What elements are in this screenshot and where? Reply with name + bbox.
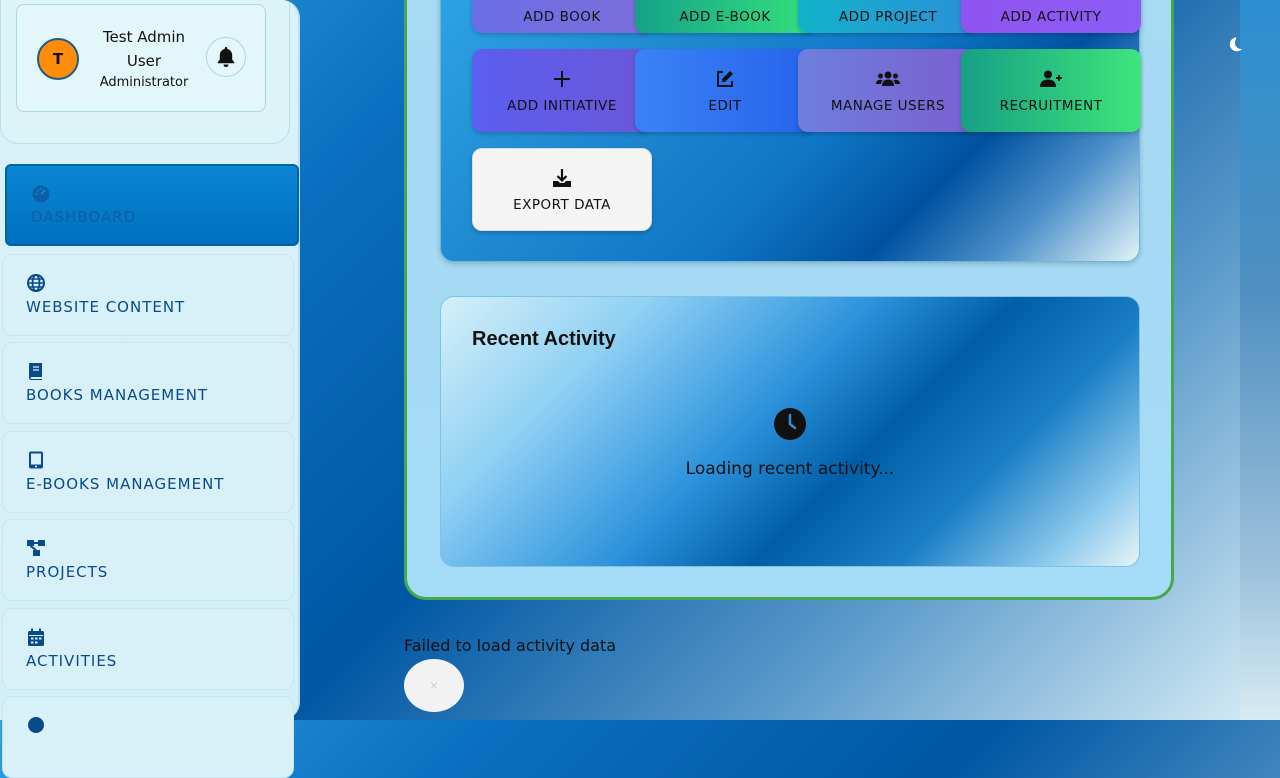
sidebar-item-label: PROJECTS xyxy=(26,563,109,581)
sidebar-item-projects[interactable]: PROJECTS xyxy=(2,519,294,601)
partial-icon xyxy=(28,717,44,733)
sidebar-item-label: ACTIVITIES xyxy=(26,652,118,670)
user-card: T Test Admin User Administrator xyxy=(16,4,266,112)
sidebar-item-next[interactable] xyxy=(2,696,294,778)
users-icon xyxy=(876,71,900,86)
avatar[interactable]: T xyxy=(37,38,79,80)
add-activity-button[interactable]: ADD ACTIVITY xyxy=(961,0,1141,33)
globe-icon xyxy=(27,274,45,292)
manage-users-button[interactable]: MANAGE USERS xyxy=(798,49,978,132)
book-icon xyxy=(29,363,42,380)
sidebar-item-label: BOOKS MANAGEMENT xyxy=(26,386,209,404)
close-error-button[interactable]: × xyxy=(404,659,464,712)
user-role: Administrator xyxy=(99,75,189,90)
clock-icon xyxy=(774,408,806,440)
download-icon xyxy=(553,168,571,187)
bell-icon xyxy=(217,47,235,67)
recent-activity-title: Recent Activity xyxy=(472,328,616,350)
calendar-icon xyxy=(28,628,44,646)
sidebar-item-books-management[interactable]: BOOKS MANAGEMENT xyxy=(2,342,294,424)
user-name: Test Admin User xyxy=(102,28,186,70)
edit-icon xyxy=(717,70,733,87)
edit-button[interactable]: EDIT xyxy=(635,49,815,132)
right-edge-strip xyxy=(1240,0,1280,720)
add-project-button[interactable]: ADD PROJECT xyxy=(798,0,978,33)
sidebar-item-website-content[interactable]: WEBSITE CONTENT xyxy=(2,254,294,336)
recent-activity-loading: Loading recent activity... xyxy=(685,459,895,479)
add-initiative-button[interactable]: ADD INITIATIVE xyxy=(472,49,652,132)
sidebar-item-label: DASHBOARD xyxy=(31,208,137,226)
sidebar-item-ebooks-management[interactable]: E-BOOKS MANAGEMENT xyxy=(2,431,294,513)
gauge-icon xyxy=(32,185,50,203)
sidebar-item-label: WEBSITE CONTENT xyxy=(26,298,186,316)
user-plus-icon xyxy=(1040,70,1062,87)
add-ebook-button[interactable]: ADD E-BOOK xyxy=(635,0,815,33)
notifications-button[interactable] xyxy=(206,37,246,77)
project-diagram-icon xyxy=(27,540,45,556)
add-book-button[interactable]: ADD BOOK xyxy=(472,0,652,33)
tablet-icon xyxy=(29,451,43,469)
sidebar-item-activities[interactable]: ACTIVITIES xyxy=(2,608,294,690)
sidebar-item-dashboard[interactable]: DASHBOARD xyxy=(5,164,299,246)
sidebar-item-label: E-BOOKS MANAGEMENT xyxy=(26,475,225,493)
error-message: Failed to load activity data xyxy=(404,636,617,655)
plus-icon xyxy=(554,70,570,87)
export-data-button[interactable]: EXPORT DATA xyxy=(472,148,652,231)
recruitment-button[interactable]: RECRUITMENT xyxy=(961,49,1141,132)
moon-icon[interactable] xyxy=(1227,36,1243,52)
